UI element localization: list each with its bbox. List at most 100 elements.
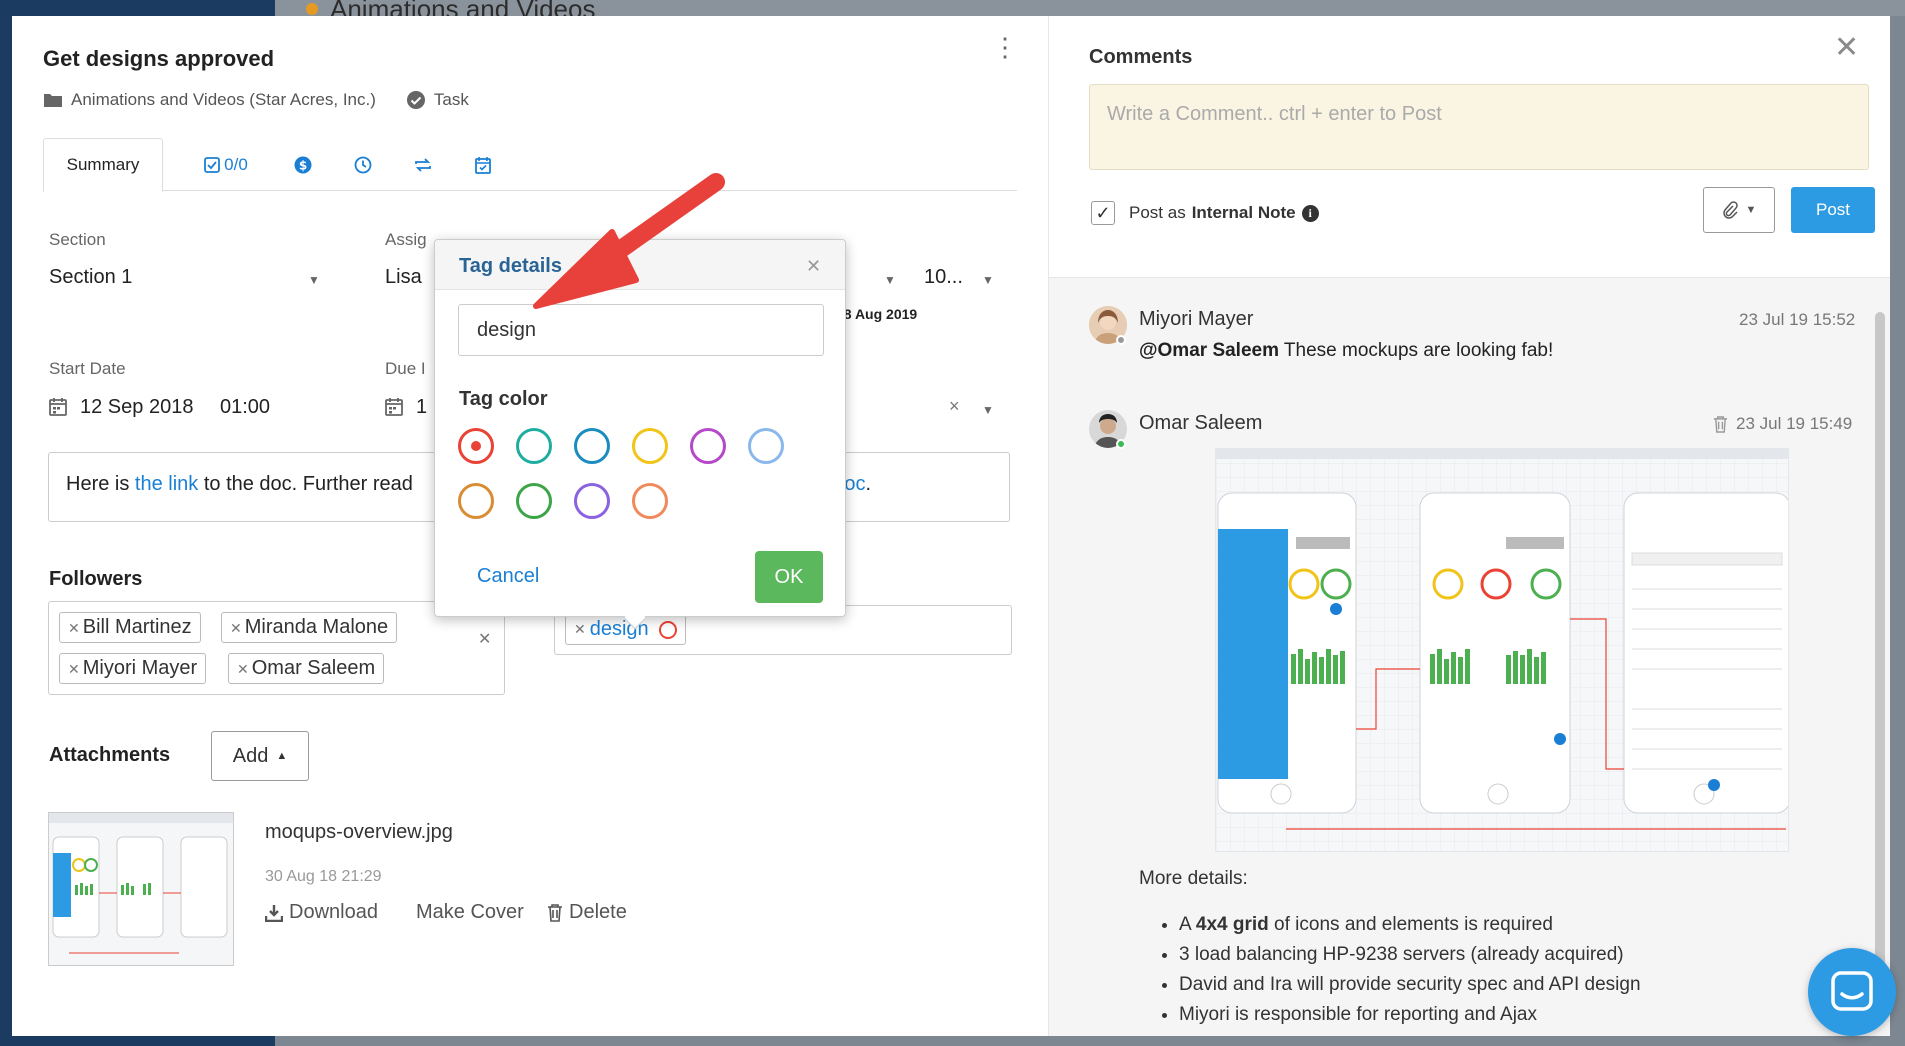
close-icon[interactable]: ✕ xyxy=(806,256,821,277)
add-attachment-button[interactable]: Add ▲ xyxy=(211,731,309,781)
comment-time: 23 Jul 19 15:52 xyxy=(1739,310,1855,330)
comment-time-text: 23 Jul 19 15:52 xyxy=(1739,310,1856,329)
close-icon[interactable]: ✕ xyxy=(1834,30,1859,65)
follower-chip[interactable]: ✕ Miranda Malone xyxy=(221,612,398,643)
attach-file-button[interactable]: ▼ xyxy=(1703,187,1775,233)
status-dot xyxy=(1116,439,1126,449)
tag-name-input[interactable] xyxy=(458,304,824,356)
chevron-down-icon[interactable]: ▼ xyxy=(308,273,320,287)
comment-composer: Comments ✕ Write a Comment.. ctrl + ente… xyxy=(1049,16,1890,278)
tag-color-swatch[interactable] xyxy=(632,483,668,519)
follower-name: Omar Saleem xyxy=(251,657,376,679)
project-link[interactable]: Animations and Videos (Star Acres, Inc.) xyxy=(71,90,376,110)
start-time-input[interactable]: 01:00 xyxy=(220,396,270,419)
more-options-icon[interactable]: ⋮ xyxy=(992,34,1018,60)
tag-color-swatch[interactable] xyxy=(574,483,610,519)
comment-author[interactable]: Miyori Mayer xyxy=(1139,308,1253,331)
dollar-icon: $ xyxy=(294,156,312,173)
trash-icon[interactable] xyxy=(1713,415,1728,433)
tab-time[interactable] xyxy=(343,138,383,191)
selected-dot xyxy=(471,441,481,451)
calendar-check-icon xyxy=(475,156,491,174)
cancel-button[interactable]: Cancel xyxy=(477,565,539,588)
list-item: 3 load balancing HP-9238 servers (alread… xyxy=(1179,940,1641,970)
post-as-bold: Internal Note xyxy=(1191,203,1296,222)
make-cover-label: Make Cover xyxy=(416,901,524,923)
desc-text: to the doc. Further read xyxy=(198,473,413,495)
task-details-panel: Get designs approved ⋮ Animations and Vi… xyxy=(12,16,1048,1036)
tag-color-swatch[interactable] xyxy=(632,428,668,464)
tab-recurring[interactable] xyxy=(403,138,443,191)
tag-color-swatch[interactable] xyxy=(516,483,552,519)
attachment-file-name[interactable]: moqups-overview.jpg xyxy=(265,821,453,844)
bullet-text: A xyxy=(1179,914,1196,935)
remove-icon[interactable]: ✕ xyxy=(68,620,80,636)
download-label: Download xyxy=(289,901,378,923)
mockup-thumbnail-image xyxy=(49,813,233,954)
doc-link[interactable]: the link xyxy=(135,473,198,495)
list-item: David and Ira will provide security spec… xyxy=(1179,970,1641,1000)
attachment-date: 30 Aug 18 21:29 xyxy=(265,868,382,885)
follower-chip[interactable]: ✕ Bill Martinez xyxy=(59,612,201,643)
scrollbar[interactable] xyxy=(1875,312,1885,1002)
bullet-text: David and Ira will provide security spec… xyxy=(1179,974,1641,995)
tab-billing[interactable]: $ xyxy=(283,138,323,191)
comment-author[interactable]: Omar Saleem xyxy=(1139,412,1262,435)
bullet-text: Miyori is responsible for reporting and … xyxy=(1179,1004,1538,1025)
project-color-dot xyxy=(306,3,318,15)
tag-color-swatch[interactable] xyxy=(690,428,726,464)
tab-calendar[interactable] xyxy=(463,138,503,191)
tag-color-swatch[interactable] xyxy=(574,428,610,464)
ok-button[interactable]: OK xyxy=(755,551,823,603)
section-select[interactable]: Section 1 xyxy=(49,266,132,289)
follower-chip[interactable]: ✕ Omar Saleem xyxy=(228,653,385,684)
chevron-down-icon[interactable]: ▼ xyxy=(982,273,994,287)
tag-color-swatch[interactable] xyxy=(748,428,784,464)
chat-launcher-button[interactable] xyxy=(1808,948,1896,1036)
follower-chip[interactable]: ✕ Miyori Mayer xyxy=(59,653,207,684)
tab-checklist[interactable]: 0/0 xyxy=(191,138,261,191)
post-as-prefix: Post as xyxy=(1129,203,1186,222)
bullet-text: 3 load balancing HP-9238 servers (alread… xyxy=(1179,944,1624,965)
remove-icon[interactable]: ✕ xyxy=(237,661,249,677)
clear-icon[interactable]: × xyxy=(949,396,960,417)
download-button[interactable]: Download xyxy=(265,901,378,924)
info-icon[interactable]: i xyxy=(1301,204,1319,222)
folder-icon xyxy=(44,94,62,107)
chevron-down-icon[interactable]: ▼ xyxy=(982,403,994,417)
tag-color-swatch[interactable] xyxy=(516,428,552,464)
remove-icon[interactable]: ✕ xyxy=(574,621,586,638)
comment-input[interactable]: Write a Comment.. ctrl + enter to Post xyxy=(1089,84,1869,170)
clear-followers-icon[interactable]: ✕ xyxy=(478,629,491,649)
tag-details-popover: Tag details ✕ Tag color Cancel OK xyxy=(434,239,846,630)
priority-select[interactable]: 10... xyxy=(924,266,963,289)
post-as-label: Post as Internal Note i xyxy=(1129,203,1319,223)
post-button[interactable]: Post xyxy=(1791,187,1875,233)
delete-attachment-button[interactable]: Delete xyxy=(547,901,627,924)
make-cover-button[interactable]: Make Cover xyxy=(416,901,524,924)
tab-summary[interactable]: Summary xyxy=(43,138,163,192)
task-title[interactable]: Get designs approved xyxy=(43,46,274,72)
tag-color-swatch[interactable] xyxy=(458,428,494,464)
attachments-heading: Attachments xyxy=(49,744,171,766)
comment-image-mockup[interactable] xyxy=(1215,448,1789,852)
chat-icon xyxy=(1831,971,1873,1011)
mention[interactable]: @Omar Saleem xyxy=(1139,340,1279,361)
remove-icon[interactable]: ✕ xyxy=(230,620,242,636)
desc-text: Here is xyxy=(66,473,135,495)
tag-color-ring[interactable] xyxy=(658,620,677,639)
internal-note-checkbox[interactable]: ✓ xyxy=(1091,201,1115,225)
due-date-input[interactable]: 1 xyxy=(416,396,427,419)
tag-color-swatch[interactable] xyxy=(458,483,494,519)
chevron-down-icon[interactable]: ▼ xyxy=(884,273,896,287)
assignee-select[interactable]: Lisa xyxy=(385,266,422,289)
due-date-label: Due I xyxy=(385,359,426,378)
repeat-icon xyxy=(415,157,431,172)
start-date-input[interactable]: 12 Sep 2018 xyxy=(80,396,193,419)
remove-icon[interactable]: ✕ xyxy=(68,661,80,677)
list-item: Miyori is responsible for reporting and … xyxy=(1179,1000,1641,1030)
attachment-thumbnail[interactable] xyxy=(48,812,234,966)
followers-heading: Followers xyxy=(49,568,143,590)
due-extra-date: 18 Aug 2019 xyxy=(836,306,918,322)
more-details-label: More details: xyxy=(1139,868,1248,889)
